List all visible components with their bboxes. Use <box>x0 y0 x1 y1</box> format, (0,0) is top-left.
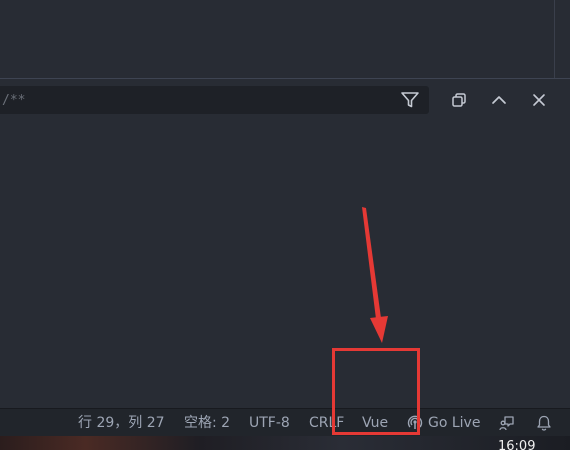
broadcast-icon <box>406 414 424 432</box>
taskbar-clock: 16:09 <box>498 439 536 450</box>
filter-icon[interactable] <box>398 88 422 112</box>
bottom-panel[interactable] <box>0 79 570 408</box>
go-live-button[interactable]: Go Live <box>428 409 480 436</box>
panel-filter-box[interactable] <box>0 86 429 114</box>
status-bar: 行 29，列 27 空格: 2 UTF-8 CRLF Vue Go Live <box>0 408 570 436</box>
vscode-window: 行 29，列 27 空格: 2 UTF-8 CRLF Vue Go Live <box>0 0 570 450</box>
cursor-position[interactable]: 行 29，列 27 <box>78 409 165 436</box>
indentation-status[interactable]: 空格: 2 <box>184 409 230 436</box>
line-ending-status[interactable]: CRLF <box>309 409 344 436</box>
close-panel-icon[interactable] <box>527 88 551 112</box>
language-mode-status[interactable]: Vue <box>362 409 388 436</box>
os-taskbar <box>0 436 570 450</box>
encoding-status[interactable]: UTF-8 <box>249 409 290 436</box>
editor-area[interactable] <box>0 0 570 78</box>
restore-panel-icon[interactable] <box>447 88 471 112</box>
maximize-panel-icon[interactable] <box>487 88 511 112</box>
feedback-icon[interactable] <box>498 414 516 432</box>
notifications-bell-icon[interactable] <box>535 414 553 432</box>
panel-filter-input[interactable] <box>0 86 385 114</box>
editor-ruler <box>554 0 555 78</box>
